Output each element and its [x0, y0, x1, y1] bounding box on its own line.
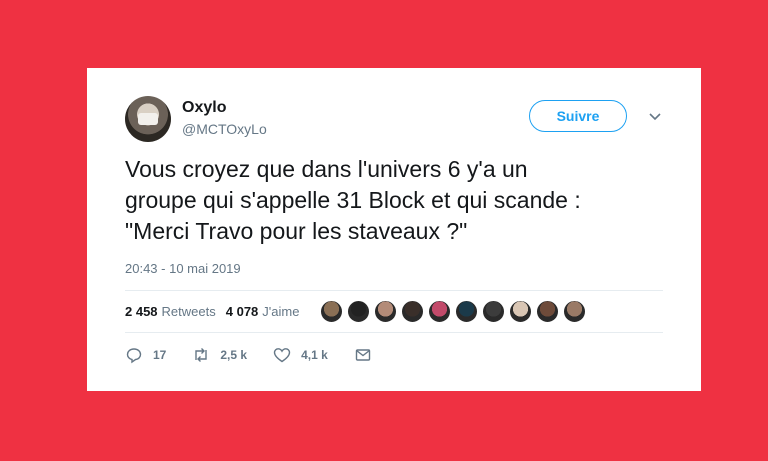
reply-icon [126, 348, 142, 364]
display-name[interactable]: Oxylo [182, 99, 226, 117]
likes-count: 4 078 [225, 304, 259, 319]
liker-avatar[interactable] [347, 300, 370, 323]
liker-avatar[interactable] [428, 300, 451, 323]
tweet-text: Vous croyez que dans l'univers 6 y'a un … [125, 156, 581, 244]
message-button[interactable] [354, 346, 382, 364]
likes-stat[interactable]: 4 078 J'aime [226, 304, 300, 319]
liker-avatars [320, 300, 586, 323]
retweet-icon [195, 348, 208, 362]
divider [125, 332, 663, 333]
liker-avatar[interactable] [401, 300, 424, 323]
reply-button[interactable]: 17 [125, 346, 166, 364]
like-icon [273, 348, 291, 363]
retweet-count: 2,5 k [220, 348, 248, 362]
liker-avatar[interactable] [536, 300, 559, 323]
reply-count: 17 [153, 348, 167, 362]
retweets-stat[interactable]: 2 458 Retweets [125, 304, 216, 319]
engagement-stats: 2 458 Retweets 4 078 J'aime [125, 304, 309, 319]
liker-avatar[interactable] [320, 300, 343, 323]
liker-avatar[interactable] [563, 300, 586, 323]
liker-avatar[interactable] [455, 300, 478, 323]
liker-avatar[interactable] [374, 300, 397, 323]
likes-label: J'aime [262, 304, 300, 319]
message-icon [355, 349, 370, 361]
liker-avatar[interactable] [509, 300, 532, 323]
liker-avatar[interactable] [482, 300, 505, 323]
timestamp[interactable]: 20:43 - 10 mai 2019 [125, 261, 241, 276]
avatar[interactable] [125, 96, 171, 142]
divider [125, 290, 663, 291]
tweet-card: Oxylo @MCTOxyLo Suivre Vous croyez que d… [87, 68, 701, 391]
retweets-label: Retweets [161, 304, 216, 319]
like-button[interactable]: 4,1 k [273, 346, 328, 364]
tweet-actions: 17 2,5 k 4,1 k [125, 346, 408, 364]
like-count: 4,1 k [301, 348, 328, 362]
follow-button[interactable]: Suivre [529, 100, 627, 132]
chevron-down-icon[interactable] [647, 108, 663, 124]
retweet-button[interactable]: 2,5 k [192, 346, 247, 364]
retweets-count: 2 458 [125, 304, 158, 319]
user-handle[interactable]: @MCTOxyLo [182, 121, 267, 137]
